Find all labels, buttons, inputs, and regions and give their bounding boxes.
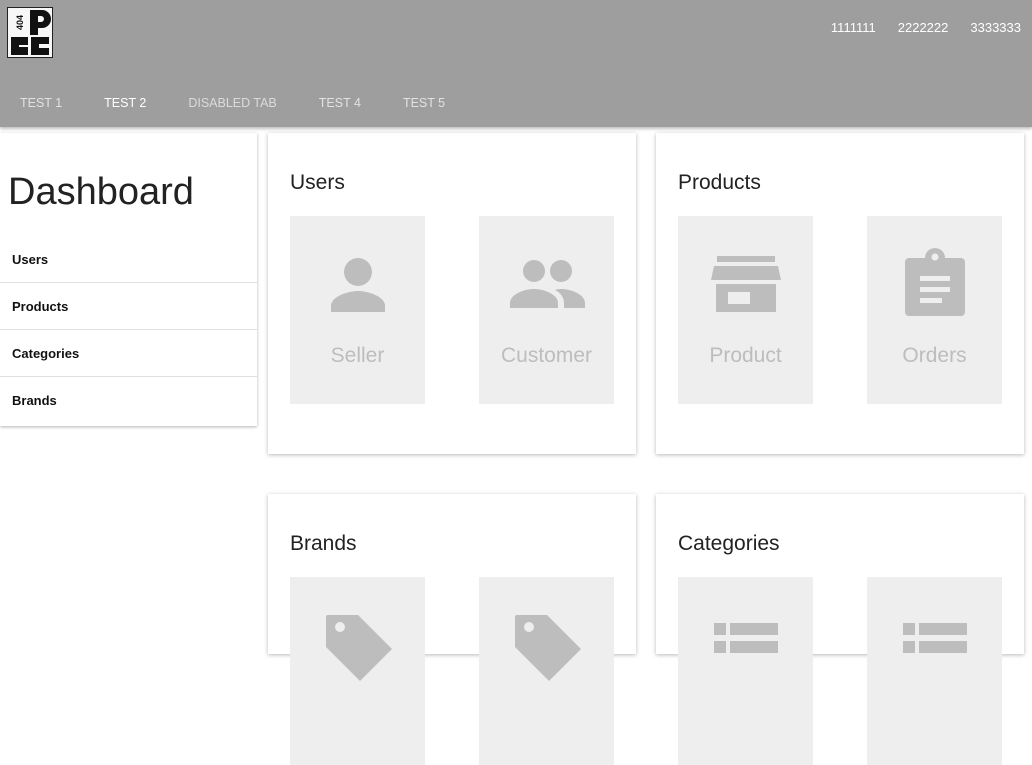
sidebar-item-products[interactable]: Products [0, 283, 257, 330]
people-icon [479, 246, 614, 326]
category-icon [867, 607, 1002, 687]
store-icon [678, 246, 813, 326]
header-link-3[interactable]: 3333333 [970, 20, 1021, 35]
person-icon [290, 246, 425, 326]
products-card: Products Product Orders [656, 133, 1024, 454]
tab-bar: TEST 1 TEST 2 DISABLED TAB TEST 4 TEST 5 [0, 86, 467, 122]
clipboard-icon [867, 246, 1002, 326]
orders-tile[interactable]: Orders [867, 216, 1002, 404]
tab-disabled: DISABLED TAB [188, 96, 277, 110]
logo-icon: 404 [8, 8, 52, 57]
tag-icon [290, 607, 425, 687]
customer-tile[interactable]: Customer [479, 216, 614, 404]
tile-label: Orders [902, 344, 967, 367]
card-title: Brands [290, 532, 357, 555]
tab-test-5[interactable]: TEST 5 [383, 86, 467, 122]
categories-card: Categories [656, 494, 1024, 765]
sidebar-item-brands[interactable]: Brands [0, 377, 257, 424]
tag-icon [479, 607, 614, 687]
tab-test-4[interactable]: TEST 4 [299, 86, 383, 122]
sidebar-item-users[interactable]: Users [0, 236, 257, 283]
category-icon [678, 607, 813, 687]
category-tile-2[interactable] [867, 577, 1002, 765]
header-link-1[interactable]: 1111111 [831, 20, 876, 35]
sidebar: Dashboard Users Products Categories Bran… [0, 133, 257, 426]
svg-text:404: 404 [15, 15, 25, 30]
app-header: 404 1111111 2222222 3333333 TEST 1 TEST … [0, 0, 1032, 127]
seller-tile[interactable]: Seller [290, 216, 425, 404]
card-title: Products [678, 171, 761, 194]
sidebar-list: Users Products Categories Brands [0, 236, 257, 424]
sidebar-item-categories[interactable]: Categories [0, 330, 257, 377]
tile-label: Seller [330, 344, 385, 367]
brand-tile-2[interactable] [479, 577, 614, 765]
top-links: 1111111 2222222 3333333 [809, 20, 1021, 35]
sidebar-title: Dashboard [8, 171, 194, 213]
brand-tile-1[interactable] [290, 577, 425, 765]
tile-label: Customer [500, 344, 593, 367]
category-tile-1[interactable] [678, 577, 813, 765]
header-link-2[interactable]: 2222222 [898, 20, 949, 35]
card-title: Categories [678, 532, 780, 555]
card-title: Users [290, 171, 345, 194]
logo[interactable]: 404 [7, 7, 53, 58]
brands-card: Brands [268, 494, 636, 765]
tab-test-1[interactable]: TEST 1 [0, 86, 84, 122]
tile-label: Product [709, 344, 782, 367]
product-tile[interactable]: Product [678, 216, 813, 404]
tab-test-2[interactable]: TEST 2 [84, 86, 168, 122]
users-card: Users Seller Customer [268, 133, 636, 454]
